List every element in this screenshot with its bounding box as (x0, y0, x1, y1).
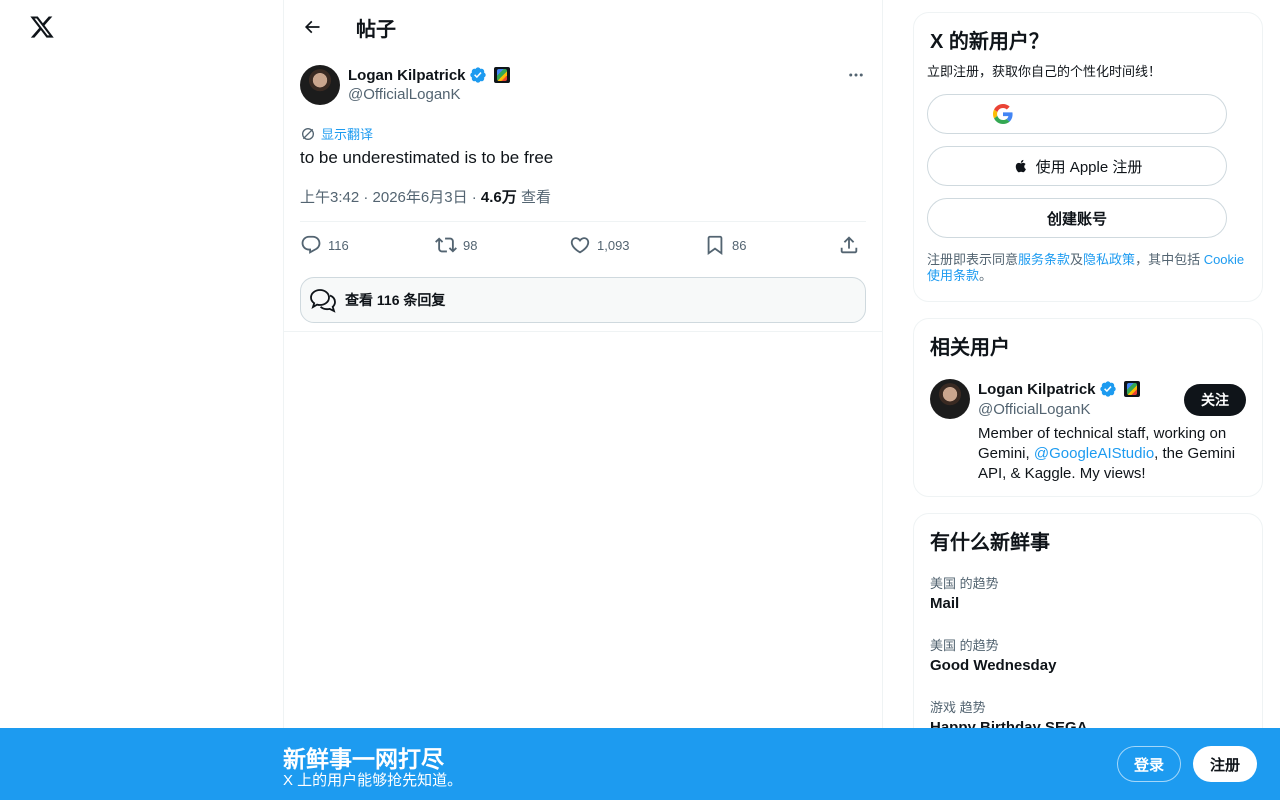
terms-of-service-link[interactable]: 服务条款 (1018, 252, 1070, 267)
signup-title: X 的新用户？ (930, 31, 1049, 53)
related-users-title: 相关用户 (930, 337, 1010, 359)
avatar[interactable] (930, 379, 970, 419)
arrow-left-icon (304, 20, 320, 34)
related-user-name[interactable]: Logan Kilpatrick (978, 380, 1140, 398)
bookmark-button[interactable]: 86 (704, 234, 746, 256)
right-sidebar: X 的新用户？ 立即注册，获取你自己的个性化时间线！ 使用 Apple 注册 创… (913, 0, 1263, 800)
trend-context: 游戏 趋势 (930, 700, 986, 715)
trend-item[interactable]: 美国 的趋势 Good Wednesday (930, 635, 1056, 674)
signup-terms: 注册即表示同意服务条款及隐私政策，其中包括 Cookie 使用条款。 (927, 252, 1253, 284)
author-handle[interactable]: @OfficialLoganK (348, 86, 461, 103)
translate-link[interactable]: 显示翻译 (300, 124, 373, 143)
more-options-button[interactable] (846, 66, 866, 84)
related-user-name-text: Logan Kilpatrick (978, 380, 1096, 398)
banner-subtitle: X 上的用户能够抢先知道。 (283, 772, 463, 789)
terms-prefix: 注册即表示同意 (927, 252, 1019, 267)
author-name[interactable]: Logan Kilpatrick (348, 66, 510, 84)
follow-button[interactable]: 关注 (1184, 384, 1246, 416)
trend-item[interactable]: 美国 的趋势 Mail (930, 573, 999, 612)
reply-count: 116 (328, 237, 349, 253)
related-user-bio: Member of technical staff, working on Ge… (978, 424, 1248, 484)
views-count: 4.6万 (480, 189, 517, 206)
post-actions: 116 98 1,093 86 (300, 221, 866, 269)
terms-end: 。 (979, 268, 993, 283)
create-account-button[interactable]: 创建账号 (927, 198, 1227, 238)
signup-banner: 新鲜事一网打尽 X 上的用户能够抢先知道。 登录 注册 (0, 728, 1280, 800)
login-button[interactable]: 登录 (1117, 746, 1181, 782)
create-account-label: 创建账号 (1046, 210, 1107, 228)
back-button[interactable] (296, 11, 328, 43)
signup-card: X 的新用户？ 立即注册，获取你自己的个性化时间线！ 使用 Apple 注册 创… (913, 12, 1263, 302)
terms-and: 及 (1070, 252, 1084, 267)
terms-mid: ，其中包括 (1135, 252, 1204, 267)
apple-signup-label: 使用 Apple 注册 (1035, 158, 1143, 176)
heart-icon (570, 237, 590, 254)
trend-context: 美国 的趋势 (930, 638, 999, 653)
view-replies-button[interactable]: 查看 116 条回复 (300, 277, 866, 323)
avatar[interactable] (300, 65, 340, 105)
verified-badge-icon (1099, 381, 1116, 397)
conversation-icon (310, 289, 336, 313)
post-meta: 上午3:42 · 2026年6月3日 · 4.6万 查看 (300, 186, 551, 207)
related-users-card: 相关用户 Logan Kilpatrick @OfficialLoganK 关注… (913, 318, 1263, 497)
post: Logan Kilpatrick @OfficialLoganK 显示翻译 to… (284, 54, 882, 332)
repost-icon (435, 237, 457, 253)
trend-context: 美国 的趋势 (930, 576, 999, 591)
author-name-text: Logan Kilpatrick (348, 66, 466, 84)
affiliate-badge-icon (1123, 381, 1140, 397)
share-icon (840, 236, 858, 254)
view-replies-label: 查看 116 条回复 (345, 292, 446, 308)
signup-subtitle: 立即注册，获取你自己的个性化时间线！ (927, 64, 1162, 79)
repost-button[interactable]: 98 (435, 234, 477, 256)
x-logo-icon[interactable] (29, 14, 55, 40)
trends-title: 有什么新鲜事 (930, 532, 1050, 554)
signup-button[interactable]: 注册 (1193, 746, 1257, 782)
views-label: 查看 (516, 189, 551, 206)
page-title: 帖子 (356, 19, 396, 41)
translate-icon (302, 127, 314, 140)
verified-badge-icon (469, 67, 486, 83)
bookmark-count: 86 (732, 237, 747, 253)
share-button[interactable] (838, 234, 860, 256)
privacy-policy-link[interactable]: 隐私政策 (1083, 252, 1135, 267)
bookmark-icon (707, 235, 723, 256)
translate-label: 显示翻译 (321, 127, 374, 142)
bio-mention-link[interactable]: @GoogleAIStudio (1034, 445, 1154, 462)
main-column: 帖子 Logan Kilpatrick @OfficialLoganK 显示翻译… (283, 0, 883, 800)
post-timestamp[interactable]: 上午3:42 · 2026年6月3日 · (300, 189, 481, 206)
left-sidebar (0, 0, 283, 800)
trend-name: Mail (930, 595, 960, 612)
reply-button[interactable]: 116 (300, 234, 349, 256)
google-icon (993, 104, 1013, 124)
repost-count: 98 (463, 237, 478, 253)
google-signup-button[interactable] (927, 94, 1227, 134)
apple-icon (1015, 159, 1026, 173)
affiliate-badge-icon (493, 67, 510, 83)
trend-name: Good Wednesday (930, 657, 1057, 674)
like-count: 1,093 (597, 237, 630, 253)
apple-signup-button[interactable]: 使用 Apple 注册 (927, 146, 1227, 186)
page-header: 帖子 (284, 0, 882, 54)
related-user-handle[interactable]: @OfficialLoganK (978, 401, 1091, 418)
like-button[interactable]: 1,093 (569, 234, 630, 256)
ellipsis-icon (849, 73, 863, 77)
reply-icon (301, 235, 321, 254)
post-text: to be underestimated is to be free (300, 148, 554, 167)
